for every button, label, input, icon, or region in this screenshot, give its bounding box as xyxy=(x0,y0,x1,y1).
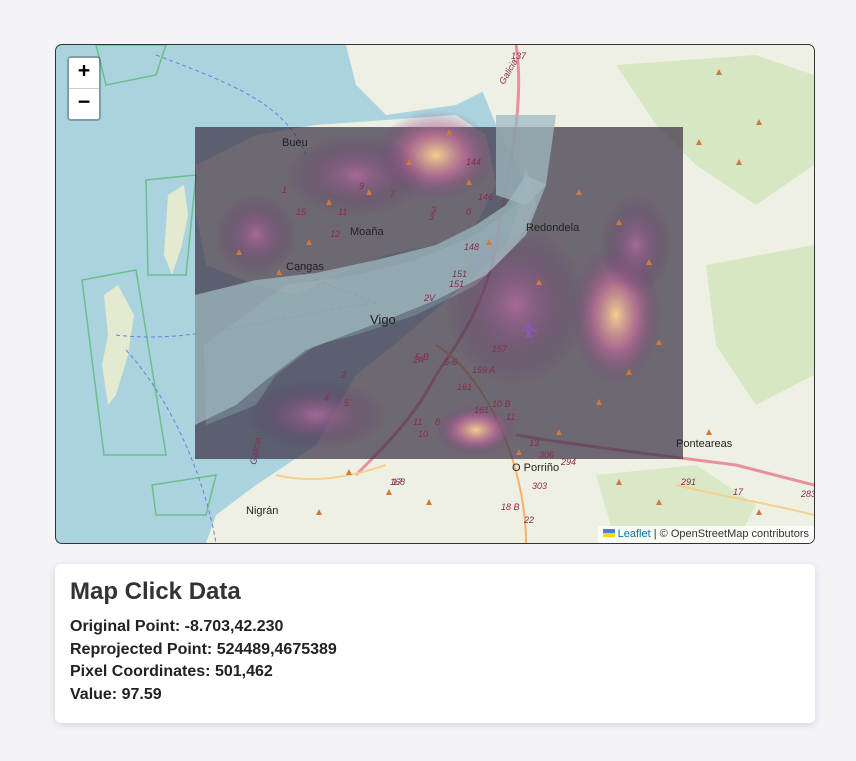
road-number-label: 303 xyxy=(532,481,547,491)
road-number-label: 3 xyxy=(431,205,436,215)
protected-3 xyxy=(95,45,167,86)
road-number-label: 5-B xyxy=(415,352,429,362)
reprojected-point-row: Reprojected Point: 524489,4675389 xyxy=(70,639,800,662)
road-number-label: 15 xyxy=(296,207,307,217)
pixel-coordinates-label: Pixel Coordinates: xyxy=(70,663,211,680)
place-ponteareas: Ponteareas xyxy=(676,438,733,450)
protected-4 xyxy=(151,474,218,516)
road-number-label: 283 xyxy=(800,489,814,499)
road-number-label: 22 xyxy=(523,515,534,525)
map-container[interactable]: Bueu Moaña Cangas Vigo Redondela Pontear… xyxy=(55,44,815,544)
panel-title: Map Click Data xyxy=(70,578,241,605)
road-number-label: 2V xyxy=(423,293,436,303)
road-number-label: 157 xyxy=(492,344,508,354)
road-number-label: 0 xyxy=(466,207,471,217)
road-number-label: 11 xyxy=(338,207,347,217)
place-cangas: Cangas xyxy=(286,261,324,273)
reprojected-point-value: 524489,4675389 xyxy=(216,640,337,658)
road-number-label: 12 xyxy=(330,229,340,239)
island-cies xyxy=(102,285,134,405)
road-number-label: 8 xyxy=(435,417,440,427)
road-number-label: 144 xyxy=(466,157,481,167)
road-number-label: 306 xyxy=(539,450,554,460)
zoom-out-button[interactable]: − xyxy=(69,89,99,119)
leaflet-link[interactable]: Leaflet xyxy=(618,528,651,540)
reprojected-point-label: Reprojected Point: xyxy=(70,640,213,658)
pixel-coordinates-row: Pixel Coordinates: 501,462 xyxy=(70,661,800,684)
value-value: 97.59 xyxy=(121,685,162,703)
road-number-label: 11 xyxy=(506,412,515,422)
zoom-control: + − xyxy=(67,56,101,121)
road-number-label: 148 xyxy=(464,242,479,252)
road-number-label: 146 xyxy=(478,192,493,202)
place-vigo: Vigo xyxy=(370,312,396,327)
original-point-value: -8.703,42.230 xyxy=(184,618,284,635)
road-number-label: 11 xyxy=(413,417,422,427)
original-point-label: Original Point: xyxy=(70,618,181,635)
road-number-label: 13 xyxy=(529,438,539,448)
road-number-label: 9 xyxy=(359,181,364,191)
road-number-label: 17 xyxy=(733,487,744,497)
zoom-in-button[interactable]: + xyxy=(69,58,99,89)
basemap[interactable]: Bueu Moaña Cangas Vigo Redondela Pontear… xyxy=(56,45,814,543)
value-label: Value: xyxy=(70,685,118,703)
island-ons xyxy=(164,185,188,275)
osm-attribution-text: © OpenStreetMap contributors xyxy=(659,528,809,540)
place-nigran: Nigrán xyxy=(246,505,278,517)
place-bueu: Bueu xyxy=(282,137,308,149)
road-number-label: 1 xyxy=(282,185,287,195)
original-point-row: Original Point: -8.703,42.230 xyxy=(70,616,800,639)
road-number-label: 294 xyxy=(560,457,576,467)
road-number-label: 137 xyxy=(511,51,527,61)
road-number-label: 161 xyxy=(474,405,489,415)
place-redondela: Redondela xyxy=(526,222,580,234)
road-number-label: 17 xyxy=(392,477,403,487)
place-o-porrino: O Porriño xyxy=(512,462,559,474)
attribution-separator: | xyxy=(650,528,660,540)
pixel-coordinates-value: 501,462 xyxy=(214,663,273,680)
road-number-label: 291 xyxy=(680,477,696,487)
road-number-label: 2 xyxy=(340,370,346,380)
land-north xyxy=(346,45,496,115)
road-number-label: 151 xyxy=(449,279,464,289)
ukraine-flag-icon xyxy=(602,529,615,537)
raster-overlay xyxy=(195,110,683,459)
road-number-label: 151 xyxy=(452,269,467,279)
road-number-label: 159 A xyxy=(472,365,495,375)
road-number-label: 18 B xyxy=(501,502,520,512)
value-row: Value: 97.59 xyxy=(70,684,800,707)
map-attribution: Leaflet | © OpenStreetMap contributors xyxy=(597,526,814,543)
road-number-label: 161 xyxy=(457,382,472,392)
road-number-label: 5-6 xyxy=(444,357,457,367)
place-moana: Moaña xyxy=(350,226,385,238)
map-click-data-panel: Map Click Data Original Point: -8.703,42… xyxy=(55,564,815,723)
road-number-label: 4 xyxy=(324,393,329,403)
road-number-label: 10 xyxy=(418,429,428,439)
road-number-label: 10 B xyxy=(492,399,511,409)
